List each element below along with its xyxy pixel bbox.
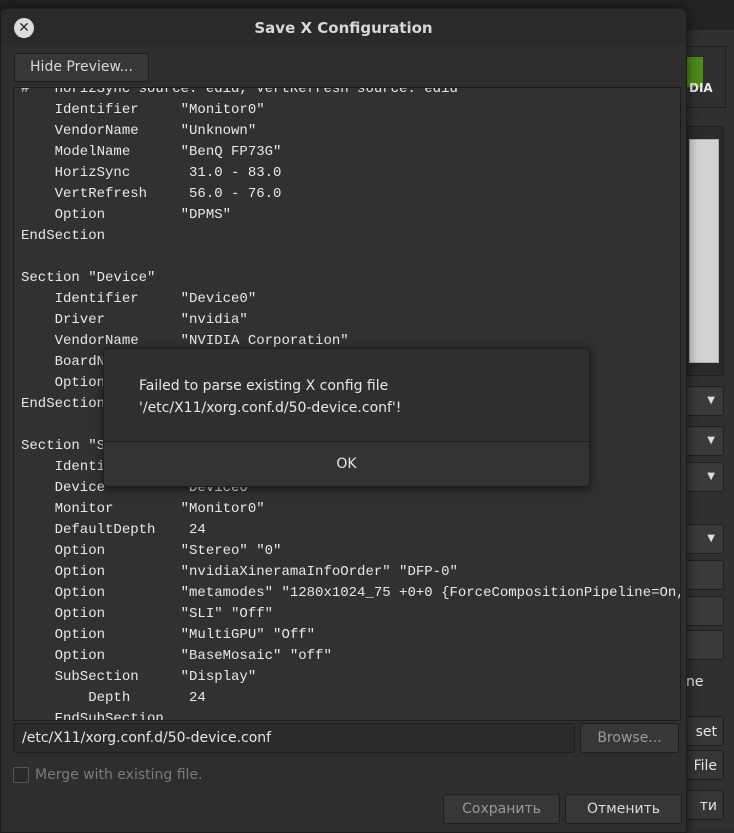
- message-overlay: Failed to parse existing X config file '…: [0, 0, 734, 831]
- error-message-text: Failed to parse existing X config file '…: [139, 378, 402, 416]
- error-message-box: Failed to parse existing X config file '…: [103, 348, 590, 487]
- ok-button[interactable]: OK: [104, 442, 589, 486]
